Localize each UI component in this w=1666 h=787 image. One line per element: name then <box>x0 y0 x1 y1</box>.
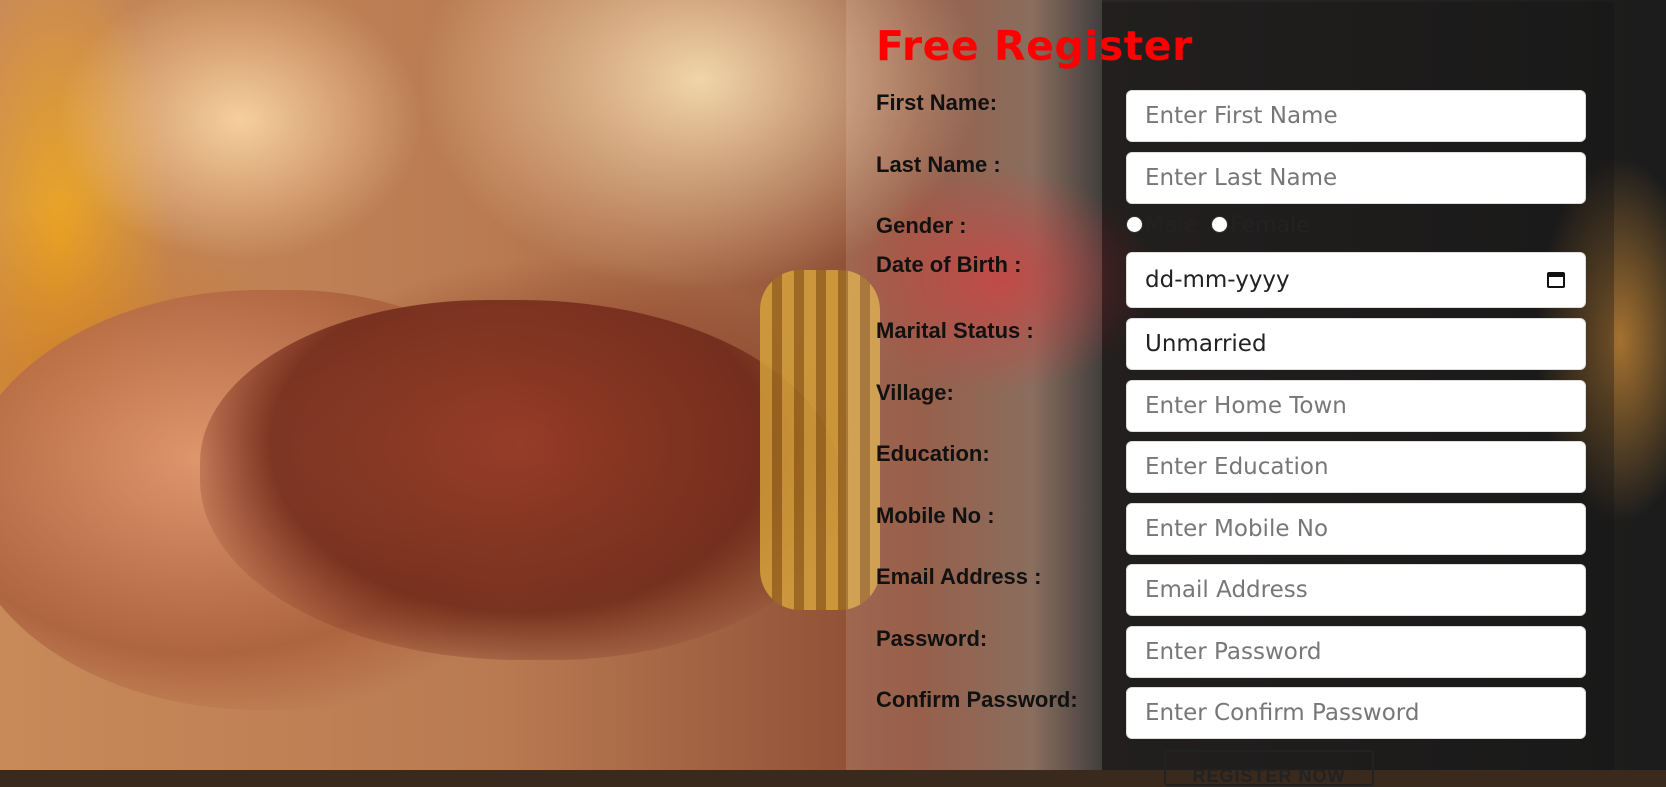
last-name-label: Last Name : <box>876 152 1001 177</box>
first-name-row: First Name: Enter First Name <box>876 90 1586 142</box>
marital-status-select[interactable]: Unmarried <box>1126 318 1586 370</box>
village-label: Village: <box>876 380 954 405</box>
marital-status-label: Marital Status : <box>876 318 1034 343</box>
confirm-password-label: Confirm Password: <box>876 687 1078 712</box>
marital-status-row: Marital Status : Unmarried <box>876 318 1586 370</box>
email-row: Email Address : Email Address <box>876 564 1586 616</box>
last-name-input[interactable]: Enter Last Name <box>1126 152 1586 204</box>
password-input[interactable]: Enter Password <box>1126 626 1586 678</box>
education-label: Education: <box>876 441 990 466</box>
confirm-password-input[interactable]: Enter Confirm Password <box>1126 687 1586 739</box>
password-label: Password: <box>876 626 988 651</box>
dob-row: Date of Birth : dd-mm-yyyy <box>876 252 1586 308</box>
gender-row: Gender : Male Female <box>876 213 1586 243</box>
male-label: Male <box>1145 213 1198 238</box>
gender-label: Gender : <box>876 213 967 238</box>
last-name-row: Last Name : Enter Last Name <box>876 152 1586 204</box>
gender-radio-group: Male Female <box>1126 213 1310 238</box>
female-radio[interactable] <box>1211 215 1229 233</box>
register-now-button[interactable]: REGISTER NOW <box>1164 750 1374 786</box>
female-label: Female <box>1230 213 1310 238</box>
calendar-icon[interactable] <box>1547 270 1567 290</box>
mobile-row: Mobile No : Enter Mobile No <box>876 503 1586 555</box>
male-radio[interactable] <box>1126 215 1143 233</box>
dob-placeholder: dd-mm-yyyy <box>1145 267 1290 293</box>
gender-option-male[interactable]: Male <box>1126 213 1197 238</box>
first-name-input[interactable]: Enter First Name <box>1126 90 1586 142</box>
village-input[interactable]: Enter Home Town <box>1126 380 1586 432</box>
mehndi-hand-image <box>200 300 840 660</box>
mobile-label: Mobile No : <box>876 503 995 528</box>
village-row: Village: Enter Home Town <box>876 380 1586 432</box>
email-label: Email Address : <box>876 564 1042 589</box>
email-input[interactable]: Email Address <box>1126 564 1586 616</box>
dob-label: Date of Birth : <box>876 252 1022 277</box>
education-row: Education: Enter Education <box>876 441 1586 493</box>
confirm-password-row: Confirm Password: Enter Confirm Password <box>876 687 1586 739</box>
first-name-label: First Name: <box>876 90 998 115</box>
registration-form: Free Register First Name: Enter First Na… <box>876 22 1586 739</box>
mobile-input[interactable]: Enter Mobile No <box>1126 503 1586 555</box>
form-title: Free Register <box>876 22 1193 70</box>
gender-option-female[interactable]: Female <box>1211 213 1310 238</box>
dob-input[interactable]: dd-mm-yyyy <box>1126 252 1586 308</box>
education-input[interactable]: Enter Education <box>1126 441 1586 493</box>
password-row: Password: Enter Password <box>876 626 1586 678</box>
